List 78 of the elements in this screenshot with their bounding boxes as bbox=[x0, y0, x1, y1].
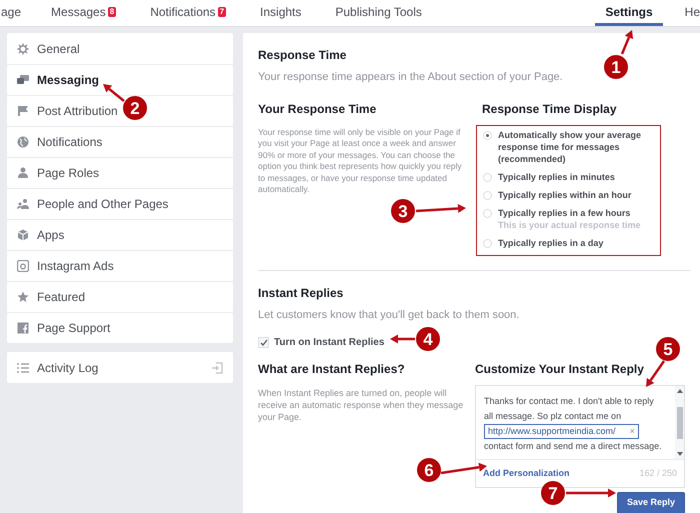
message-text: contact form and send me a direct message. bbox=[484, 440, 663, 453]
option-label: Automatically show your average response time for messages (recommended) bbox=[498, 128, 642, 164]
pointer-arrow bbox=[646, 360, 666, 387]
add-personalization-link[interactable]: Add Personalization bbox=[483, 466, 570, 480]
character-counter: 162 / 250 bbox=[639, 466, 677, 480]
scroll-up-icon[interactable] bbox=[676, 389, 682, 393]
section-description: Let customers know that you'll get back to them soon. bbox=[258, 308, 520, 322]
people-icon bbox=[17, 198, 29, 210]
pointer-arrow bbox=[103, 84, 125, 102]
step-number-badge: 3 bbox=[391, 199, 415, 223]
sidebar-item[interactable]: Messaging bbox=[7, 64, 233, 95]
sidebar-item[interactable]: People and Other Pages bbox=[7, 188, 233, 219]
step-number-badge: 2 bbox=[123, 96, 147, 120]
instant-replies-checkbox[interactable]: Turn on Instant Replies bbox=[258, 335, 384, 350]
sidebar-item[interactable]: Featured bbox=[7, 281, 233, 312]
section-title: Instant Replies bbox=[258, 284, 344, 302]
radio-button[interactable] bbox=[483, 130, 492, 140]
option-label: Typically replies in minutes bbox=[498, 170, 615, 182]
flag-icon bbox=[17, 105, 29, 117]
reply-text-area[interactable]: Thanks for contact me. I don't able to reply all message. So plz contact me on http://www.supportmeindia.com/ × contact form and send me a direct message. bbox=[476, 386, 684, 459]
section-description: Your response time appears in the About section of your Page. bbox=[258, 70, 564, 85]
radio-button[interactable] bbox=[483, 190, 492, 200]
column-heading: Response Time Display bbox=[482, 100, 618, 118]
count-badge: 7 bbox=[218, 6, 226, 16]
star-icon bbox=[17, 291, 29, 303]
column-heading: Customize Your Instant Reply bbox=[475, 361, 644, 378]
nav-tab[interactable]: He bbox=[674, 0, 700, 26]
cube-icon bbox=[17, 229, 29, 241]
checkmark-icon bbox=[260, 339, 268, 346]
chat-bubbles-icon bbox=[17, 74, 29, 86]
list-icon bbox=[17, 362, 29, 372]
sidebar-item[interactable]: Apps bbox=[7, 219, 233, 250]
sidebar-item[interactable]: General bbox=[7, 33, 233, 64]
section-title: Response Time bbox=[258, 47, 346, 64]
option-label: Typically replies within an hour bbox=[498, 188, 632, 200]
count-badge: 8 bbox=[108, 6, 116, 16]
sidebar-item[interactable]: Page Support bbox=[7, 312, 233, 343]
help-text: Your response time will only be visible on your Page if you visit your Page at least once a week and answer 90% or more of your messages. You can choose the option you think best represents how quickly you reply to messages, or have your response time updated automatically. bbox=[258, 126, 463, 196]
nav-tab[interactable]: Settings bbox=[595, 0, 663, 26]
save-reply-button[interactable]: Save Reply bbox=[616, 492, 685, 513]
nav-tab[interactable]: Insights bbox=[250, 0, 312, 26]
pointer-arrow bbox=[566, 488, 616, 498]
nav-tab[interactable]: Messages 8 bbox=[41, 0, 126, 26]
gear-icon bbox=[17, 42, 29, 54]
nav-tab[interactable]: Publishing Tools bbox=[325, 0, 432, 26]
camera-icon bbox=[17, 260, 29, 272]
scrollbar-thumb[interactable] bbox=[676, 406, 682, 438]
activity-log-item[interactable]: Activity Log bbox=[7, 352, 233, 383]
globe-icon bbox=[17, 136, 29, 148]
link-tag[interactable]: http://www.supportmeindia.com/ × bbox=[484, 424, 639, 439]
sidebar-item[interactable]: Notifications bbox=[7, 126, 233, 157]
message-text: all message. So plz contact me on bbox=[484, 410, 622, 423]
exit-arrow-icon bbox=[211, 362, 223, 374]
column-heading: What are Instant Replies? bbox=[258, 361, 406, 378]
pointer-arrow bbox=[620, 30, 634, 54]
person-icon bbox=[17, 167, 29, 179]
step-number-badge: 4 bbox=[416, 327, 440, 351]
nav-tab[interactable]: Notifications 7 bbox=[140, 0, 236, 26]
scroll-down-icon[interactable] bbox=[676, 452, 682, 456]
step-number-badge: 5 bbox=[656, 337, 680, 361]
nav-tab[interactable]: age bbox=[1, 0, 32, 26]
radio-button[interactable] bbox=[483, 238, 492, 248]
column-heading: Your Response Time bbox=[258, 100, 378, 118]
step-number-badge: 1 bbox=[604, 55, 628, 79]
option-label: Typically replies in a few hours bbox=[498, 206, 632, 218]
option-note: This is your actual response time bbox=[498, 218, 641, 230]
step-number-badge: 7 bbox=[541, 481, 565, 505]
pointer-arrow bbox=[416, 204, 466, 213]
message-text: Thanks for contact me. I don't able to reply bbox=[484, 395, 655, 408]
radio-button[interactable] bbox=[483, 208, 492, 218]
sidebar-item[interactable]: Page Roles bbox=[7, 157, 233, 188]
radio-button[interactable] bbox=[483, 172, 492, 182]
square-f-icon bbox=[17, 322, 29, 334]
pointer-arrow bbox=[390, 334, 415, 344]
option-label: Typically replies in a day bbox=[498, 236, 604, 248]
help-text: When Instant Replies are turned on, people will receive an automatic response when they message your Page. bbox=[258, 387, 464, 423]
sidebar-item[interactable]: Instagram Ads bbox=[7, 250, 233, 281]
step-number-badge: 6 bbox=[417, 458, 441, 482]
